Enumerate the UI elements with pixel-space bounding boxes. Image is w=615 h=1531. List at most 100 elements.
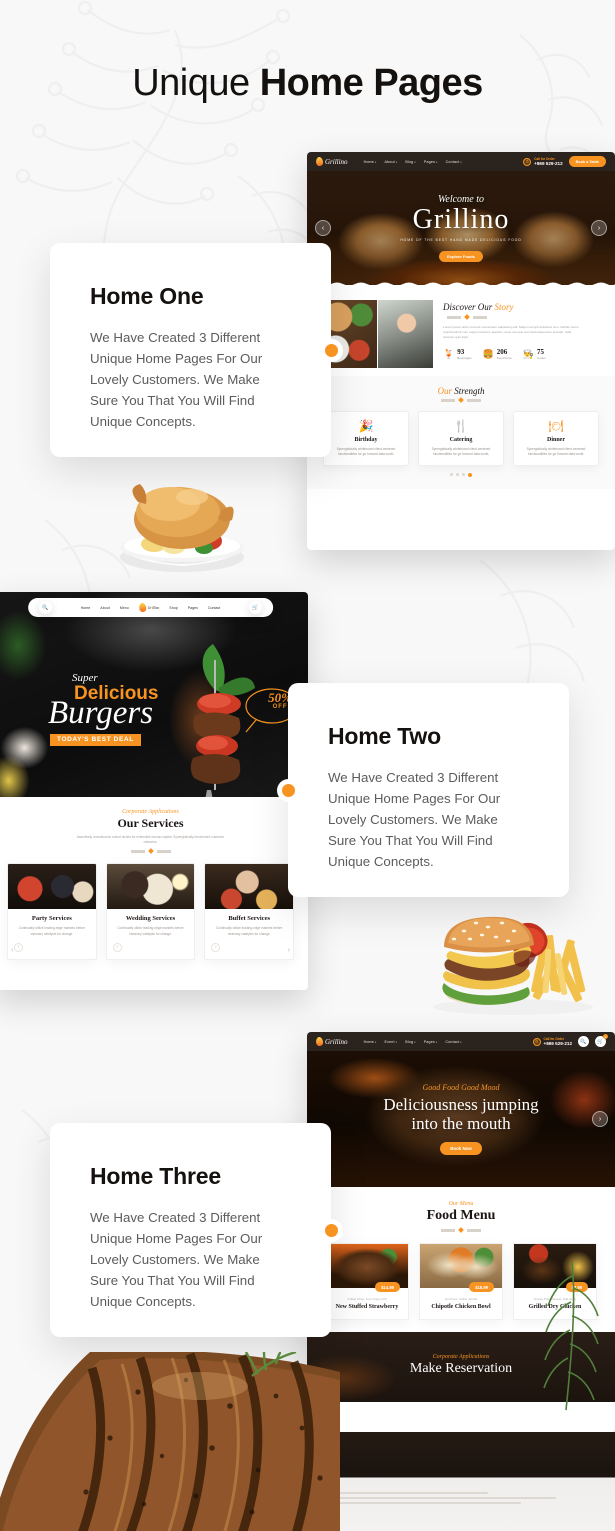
explore-foods-button[interactable]: Explore Foods <box>439 250 483 263</box>
brand-name: Grillino <box>147 605 160 610</box>
home-two-title: Home Two <box>328 723 441 749</box>
nav-item-blog[interactable]: Blog <box>405 1040 416 1044</box>
strength-card-dinner[interactable]: 🍽 Dinner Synergistically whiteboard clie… <box>513 411 599 466</box>
stat-beverages: 🍹 93 Beverages <box>443 348 472 360</box>
dot[interactable] <box>450 473 453 476</box>
book-now-button[interactable]: Book Now <box>440 1142 482 1155</box>
mockup-one-menu[interactable]: Home About Blog Pages Contact <box>364 160 462 164</box>
nav-item-contact[interactable]: Contact <box>208 606 220 610</box>
menu-card-1[interactable]: $14.99 Grilled Chop, Low Crispy Roll New… <box>325 1243 409 1320</box>
services-next-arrow[interactable]: › <box>287 945 290 954</box>
menu-name: Chipotle Chicken Bowl <box>431 1304 491 1310</box>
book-a-table-button[interactable]: Book a Table <box>568 156 606 167</box>
strength-heading: Our Strength <box>323 386 599 396</box>
strength-card-birthday[interactable]: 🎉 Birthday Synergistically whiteboard cl… <box>323 411 409 466</box>
nav-item-home[interactable]: Home <box>364 160 377 164</box>
mockup-home-two[interactable]: Super Delicious Burgers TODAY'S BEST DEA… <box>0 592 308 990</box>
nav-item-about[interactable]: About <box>100 606 109 610</box>
call-for-order[interactable]: ⏱ Call for Order +869 529-212 <box>532 1037 572 1046</box>
mockup-three-menu[interactable]: Home Event Blog Pages Contact <box>364 1040 462 1044</box>
party-photo <box>8 864 96 910</box>
drink-icon: 🍹 <box>443 348 455 359</box>
home-two-connector-dot <box>281 783 295 797</box>
stat-label: Beverages <box>457 356 472 360</box>
menu-price: $16.99 <box>469 1282 494 1293</box>
phone-number: +869 529-212 <box>534 161 563 166</box>
hero-two-text: Super Delicious Burgers TODAY'S BEST DEA… <box>48 672 158 746</box>
mockup-three-navbar[interactable]: Grillino Home Event Blog Pages Contact ⏱… <box>307 1032 615 1051</box>
strength-card-catering[interactable]: 🍴 Catering Synergistically whiteboard cl… <box>418 411 504 466</box>
services-title: Our Services <box>117 816 184 830</box>
strength-carousel-dots[interactable] <box>323 473 599 477</box>
story-staff-photo <box>377 300 433 368</box>
story-heading: Discover Our Story <box>443 302 603 312</box>
hero-next-arrow[interactable]: › <box>591 220 607 236</box>
service-card-title: Wedding Services <box>125 915 176 923</box>
read-more-icon[interactable]: › <box>211 942 221 952</box>
hero-two-ribbon: TODAY'S BEST DEAL <box>50 733 141 746</box>
menu-title: Food Menu <box>426 1208 496 1223</box>
cart-icon-button[interactable]: 🛒 <box>249 601 262 614</box>
cart-icon-button[interactable]: 🛒 2 <box>595 1034 608 1047</box>
dot[interactable] <box>462 473 465 476</box>
service-card-party[interactable]: Party Services Continually utilize leadi… <box>7 863 97 960</box>
nav-item-pages[interactable]: Pages <box>424 1040 438 1044</box>
strength-divider <box>437 399 485 402</box>
wedding-photo <box>106 864 195 910</box>
nav-item-contact[interactable]: Contact <box>445 1040 461 1044</box>
nav-item-pages[interactable]: Pages <box>424 160 438 164</box>
hero-prev-arrow[interactable]: ‹ <box>315 220 331 236</box>
strength-card-text: Synergistically whiteboard client-center… <box>336 447 396 456</box>
services-prev-arrow[interactable]: ‹ <box>11 945 14 954</box>
nav-item-blog[interactable]: Blog <box>405 160 416 164</box>
brand-logo[interactable]: Grillino <box>138 602 160 613</box>
brand-logo[interactable]: Grillino <box>315 156 348 167</box>
home-three-connector-dot <box>324 1223 338 1237</box>
flame-icon <box>138 602 147 613</box>
call-for-order[interactable]: ⏱ Call for Order +869 529-212 <box>523 157 563 166</box>
nav-item-contact[interactable]: Contact <box>446 160 462 164</box>
nav-item-event[interactable]: Event <box>384 1040 397 1044</box>
service-card-buffet[interactable]: Buffet Services Continually utilize lead… <box>204 863 295 960</box>
page-title-light: Unique <box>132 62 260 104</box>
mockup-one-navbar[interactable]: Grillino Home About Blog Pages Contact ⏱… <box>307 152 615 171</box>
our-services-section: Corporate Applications Our Services Asse… <box>0 797 308 974</box>
page-title: Unique Home Pages <box>0 62 615 105</box>
phone-number: +869 529-212 <box>543 1041 572 1046</box>
services-divider <box>126 850 175 854</box>
rosemary-sprig <box>543 1262 599 1411</box>
menu-card-2[interactable]: $16.99 Hot Fries, Yellow Jamba Chipotle … <box>419 1243 503 1320</box>
stat-value: 75 <box>537 348 545 356</box>
service-card-title: Party Services <box>31 915 72 923</box>
mockup-home-one[interactable]: Grillino Home About Blog Pages Contact ⏱… <box>307 152 615 550</box>
read-more-icon[interactable]: › <box>14 942 23 952</box>
nav-item-pages[interactable]: Pages <box>188 606 198 610</box>
service-card-title: Buffet Services <box>228 915 271 923</box>
mockup-one-hero: Welcome to Grillino HOME OF THE BEST HAN… <box>307 171 615 285</box>
brand-logo[interactable]: Grillino <box>315 1036 348 1047</box>
service-card-wedding[interactable]: Wedding Services Continually utilize lea… <box>105 863 196 960</box>
mockup-three-bottom-strip <box>307 1432 615 1531</box>
story-stats: 🍹 93 Beverages 🍔 206 Food Items 👨‍🍳 75 <box>443 348 603 360</box>
strength-card-title: Catering <box>449 437 473 443</box>
services-paragraph: Assertively crowdsource robust niches fo… <box>76 835 225 845</box>
nav-item-home[interactable]: Home <box>364 1040 377 1044</box>
hero-three-next-arrow[interactable]: › <box>592 1111 608 1127</box>
stat-value: 206 <box>496 348 508 356</box>
nav-item-menu[interactable]: Menu <box>120 606 129 610</box>
read-more-icon[interactable]: › <box>112 942 122 952</box>
dot-active[interactable] <box>468 473 472 477</box>
search-icon-button[interactable]: 🔍 <box>578 1036 589 1047</box>
nav-item-shop[interactable]: Shop <box>169 606 177 610</box>
nav-item-about[interactable]: About <box>384 160 397 164</box>
menu-name: New Stuffed Strawberry <box>335 1304 399 1310</box>
search-icon-button[interactable]: 🔍 <box>39 601 52 614</box>
stat-food-items: 🍔 206 Food Items <box>483 348 512 360</box>
mockup-two-navbar[interactable]: Home About Menu Grillino Shop Pages Cont… <box>27 598 274 617</box>
home-two-description: We Have Created 3 Different Unique Home … <box>328 770 501 869</box>
torn-edge-divider <box>307 282 615 288</box>
hero-two-line2: Burgers <box>48 695 154 731</box>
clock-icon: ⏱ <box>523 157 532 166</box>
dot[interactable] <box>456 473 459 476</box>
nav-item-home[interactable]: Home <box>81 606 91 610</box>
